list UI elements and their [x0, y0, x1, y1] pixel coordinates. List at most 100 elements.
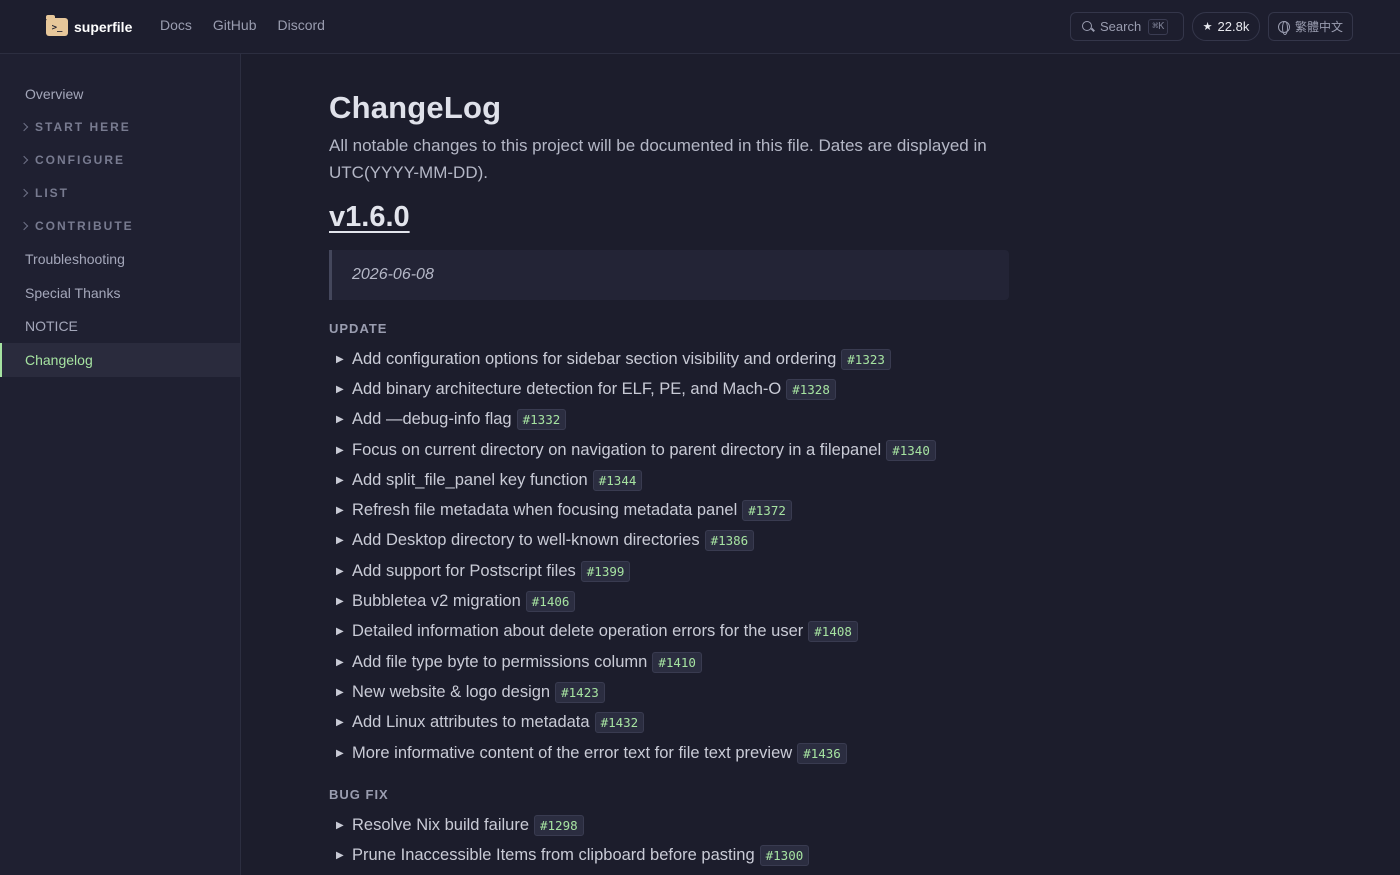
site-logo[interactable]: >_ superfile	[46, 15, 133, 38]
language-switcher[interactable]: 繁體中文	[1268, 12, 1353, 41]
globe-icon	[1277, 20, 1290, 35]
language-label: 繁體中文	[1294, 20, 1343, 34]
search-shortcut-hint: ⌘K	[1148, 18, 1169, 35]
pr-link[interactable]: #1372	[742, 500, 792, 522]
list-item-text: Add file type byte to permissions column	[352, 652, 648, 671]
main-content: ChangeLog All notable changes to this pr…	[329, 90, 1019, 871]
list-item[interactable]: ▶ Refresh file metadata when focusing met…	[329, 495, 1019, 525]
sidebar-item-changelog[interactable]: Changelog	[0, 343, 240, 377]
list-item[interactable]: ▶ Add configuration options for sidebar s…	[329, 344, 1019, 374]
pr-link[interactable]: #1386	[704, 530, 755, 552]
chevron-right-icon	[19, 188, 29, 198]
disclosure-triangle-icon[interactable]: ▶	[329, 657, 352, 668]
disclosure-triangle-icon[interactable]: ▶	[329, 445, 352, 456]
version-heading[interactable]: v1.6.0	[329, 201, 410, 234]
list-item[interactable]: ▶ Resolve Nix build failure #1298	[329, 810, 1019, 840]
nav-docs-link[interactable]: Docs	[160, 17, 192, 33]
nav-github-link[interactable]: GitHub	[213, 17, 257, 33]
disclosure-triangle-icon[interactable]: ▶	[329, 384, 352, 395]
list-item-text: Detailed information about delete operat…	[352, 622, 804, 641]
sidebar: Overview START HERE CONFIGURE LIST CONTR…	[0, 54, 241, 875]
search-label: Search	[1100, 19, 1142, 34]
list-item[interactable]: ▶ New website & logo design #1423	[329, 677, 1019, 707]
top-header: >_ superfile Docs GitHub Discord Search …	[0, 0, 1400, 54]
disclosure-triangle-icon[interactable]: ▶	[329, 505, 352, 516]
pr-link[interactable]: #1323	[841, 348, 891, 370]
list-item-text: More informative content of the error te…	[352, 743, 793, 762]
list-item-text: Bubbletea v2 migration	[352, 592, 521, 611]
sidebar-section-configure[interactable]: CONFIGURE	[0, 146, 240, 174]
chevron-right-icon	[19, 122, 29, 132]
pr-link[interactable]: #1436	[797, 742, 847, 764]
list-item-text: New website & logo design	[352, 682, 551, 701]
list-item-text: Add configuration options for sidebar se…	[352, 349, 837, 368]
disclosure-triangle-icon[interactable]: ▶	[329, 535, 352, 546]
pr-link[interactable]: #1432	[594, 712, 645, 734]
star-icon: ★	[1202, 20, 1213, 33]
disclosure-triangle-icon[interactable]: ▶	[329, 820, 352, 831]
pr-link[interactable]: #1406	[525, 591, 576, 613]
pr-link[interactable]: #1328	[786, 378, 836, 400]
sidebar-item-special-thanks[interactable]: Special Thanks	[0, 276, 240, 310]
nav-discord-link[interactable]: Discord	[277, 17, 324, 33]
pr-link[interactable]: #1332	[516, 409, 567, 431]
disclosure-triangle-icon[interactable]: ▶	[329, 687, 352, 698]
folder-terminal-icon: >_	[46, 15, 68, 36]
disclosure-triangle-icon[interactable]: ▶	[329, 626, 352, 637]
list-item[interactable]: ▶ Bubbletea v2 migration #1406	[329, 586, 1019, 616]
list-item[interactable]: ▶ Add Desktop directory to well-known dir…	[329, 526, 1019, 556]
list-item-text: Add binary architecture detection for EL…	[352, 379, 782, 398]
list-item[interactable]: ▶ Focus on current directory on navigatio…	[329, 435, 1019, 465]
chevron-right-icon	[19, 155, 29, 165]
disclosure-triangle-icon[interactable]: ▶	[329, 717, 352, 728]
sidebar-section-contribute[interactable]: CONTRIBUTE	[0, 212, 240, 240]
sidebar-section-list[interactable]: LIST	[0, 179, 240, 207]
list-item[interactable]: ▶ Add file type byte to permissions colum…	[329, 647, 1019, 677]
pr-link[interactable]: #1423	[555, 681, 605, 703]
list-item[interactable]: ▶ Detailed information about delete opera…	[329, 617, 1019, 647]
pr-link[interactable]: #1300	[759, 845, 810, 867]
disclosure-triangle-icon[interactable]: ▶	[329, 596, 352, 607]
list-item-text: Add support for Postscript files	[352, 561, 576, 580]
sidebar-item-notice[interactable]: NOTICE	[0, 309, 240, 343]
disclosure-triangle-icon[interactable]: ▶	[329, 354, 352, 365]
page-title: ChangeLog	[329, 90, 502, 125]
disclosure-triangle-icon[interactable]: ▶	[329, 475, 352, 486]
list-item-text: Add Linux attributes to metadata	[352, 713, 590, 732]
list-item-text: Prune Inaccessible Items from clipboard …	[352, 846, 755, 865]
sidebar-section-start-here[interactable]: START HERE	[0, 113, 240, 141]
search-icon	[1081, 20, 1095, 34]
disclosure-triangle-icon[interactable]: ▶	[329, 414, 352, 425]
bugfix-list: ▶ Resolve Nix build failure #1298 ▶ Prune In…	[329, 810, 1019, 871]
list-item[interactable]: ▶ Add Linux attributes to metadata #1432	[329, 708, 1019, 738]
bugfix-section-label: BUG FIX	[329, 787, 389, 803]
list-item-text: Resolve Nix build failure	[352, 815, 529, 834]
pr-link[interactable]: #1340	[886, 439, 936, 461]
list-item-text: Add Desktop directory to well-known dire…	[352, 531, 700, 550]
list-item[interactable]: ▶ Add support for Postscript files #1399	[329, 556, 1019, 586]
pr-link[interactable]: #1344	[592, 469, 643, 491]
disclosure-triangle-icon[interactable]: ▶	[329, 850, 352, 861]
release-date: 2026-06-08	[329, 250, 1009, 300]
pr-link[interactable]: #1399	[580, 560, 631, 582]
intro-text: All notable changes to this project will…	[329, 136, 987, 182]
update-section-label: UPDATE	[329, 321, 388, 336]
list-item[interactable]: ▶ Add split_file_panel key function #1344	[329, 465, 1019, 495]
list-item[interactable]: ▶ Add binary architecture detection for E…	[329, 374, 1019, 404]
update-list: ▶ Add configuration options for sidebar s…	[329, 344, 1019, 768]
sidebar-item-overview[interactable]: Overview	[0, 77, 240, 111]
pr-link[interactable]: #1408	[808, 621, 858, 643]
github-stars-button[interactable]: ★ 22.8k	[1192, 12, 1260, 41]
list-item[interactable]: ▶ Add —debug-info flag #1332	[329, 405, 1019, 435]
disclosure-triangle-icon[interactable]: ▶	[329, 748, 352, 759]
sidebar-item-troubleshooting[interactable]: Troubleshooting	[0, 242, 240, 276]
chevron-right-icon	[19, 221, 29, 231]
logo-text: superfile	[74, 19, 133, 35]
pr-link[interactable]: #1298	[534, 814, 584, 836]
pr-link[interactable]: #1410	[652, 651, 702, 673]
list-item[interactable]: ▶ More informative content of the error t…	[329, 738, 1019, 768]
disclosure-triangle-icon[interactable]: ▶	[329, 566, 352, 577]
list-item[interactable]: ▶ Prune Inaccessible Items from clipboard…	[329, 840, 1019, 870]
search-button[interactable]: Search ⌘K	[1070, 12, 1184, 41]
top-nav: Docs GitHub Discord	[160, 17, 325, 33]
